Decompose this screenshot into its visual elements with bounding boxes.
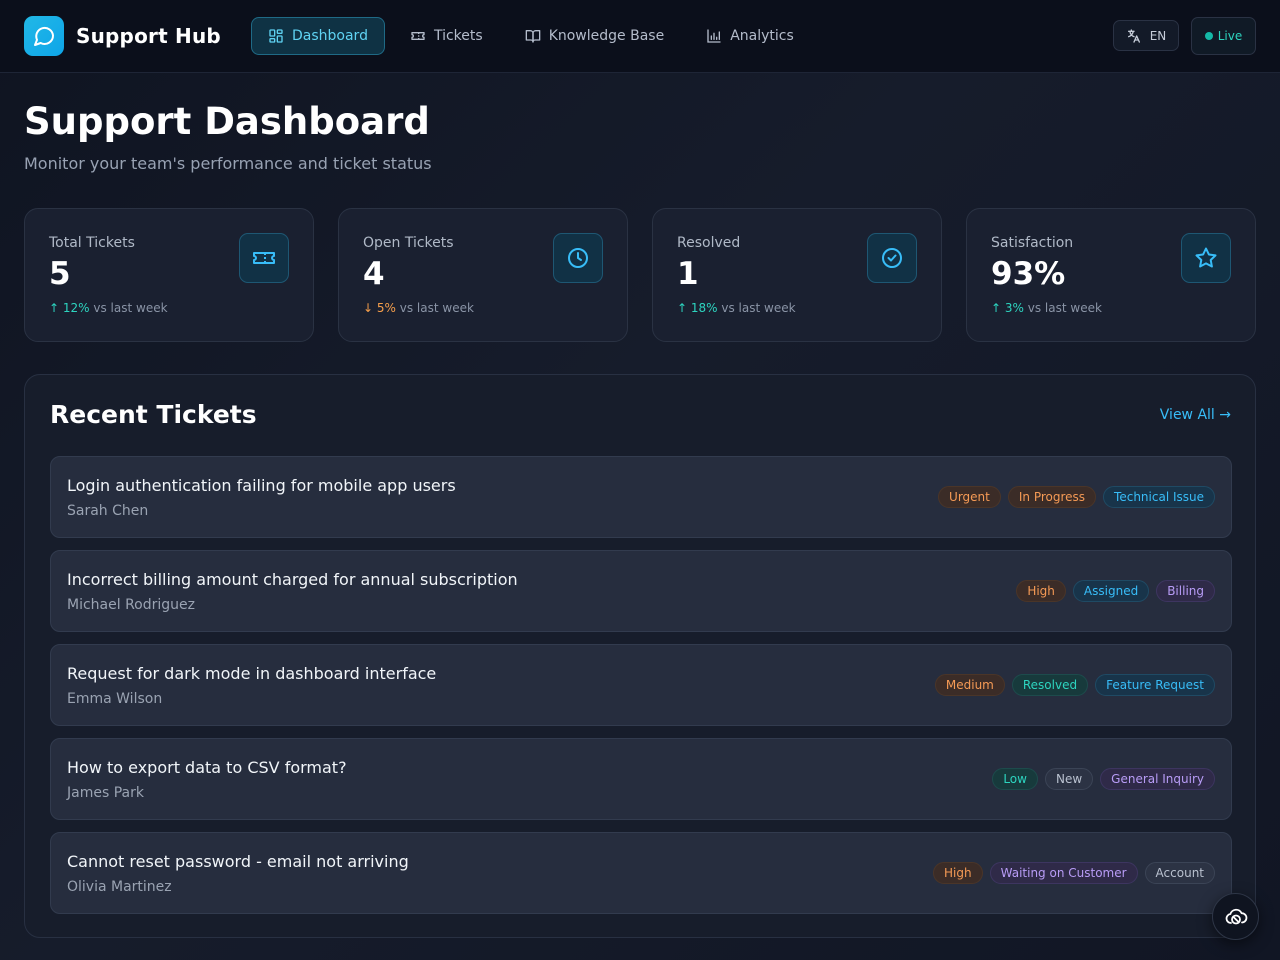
book-icon	[525, 30, 541, 43]
trend-arrow: ↑	[49, 301, 60, 315]
app-name: Support Hub	[76, 24, 221, 48]
nav-knowledge-base[interactable]: Knowledge Base	[508, 17, 682, 55]
ticket-row[interactable]: Request for dark mode in dashboard inter…	[50, 644, 1232, 726]
ticket-author: Emma Wilson	[67, 691, 163, 707]
language-label: EN	[1149, 28, 1167, 43]
top-navigation-bar: Support Hub Dashboard Tickets Knowledge …	[0, 0, 1280, 73]
ticket-row[interactable]: Login authentication failing for mobile …	[50, 456, 1232, 538]
ticket-author: Sarah Chen	[67, 503, 149, 519]
stat-change: ↓ 5% vs last week	[363, 301, 474, 315]
stat-value: 93%	[991, 256, 1066, 292]
page-subtitle: Monitor your team's performance and tick…	[24, 154, 432, 173]
status-badge: New	[1044, 768, 1094, 790]
ticket-tags: High Assigned Billing	[1016, 580, 1215, 602]
star-icon	[1181, 233, 1231, 283]
bar-chart-icon	[707, 29, 721, 43]
ticket-icon	[411, 31, 425, 40]
ticket-row[interactable]: How to export data to CSV format? James …	[50, 738, 1232, 820]
page-title: Support Dashboard	[24, 100, 430, 143]
stat-value: 1	[677, 256, 699, 292]
live-status-badge: Live	[1191, 17, 1256, 55]
language-selector[interactable]: EN	[1113, 20, 1179, 51]
priority-badge: Low	[992, 768, 1038, 790]
nav-dashboard-label: Dashboard	[292, 28, 368, 44]
stat-change: ↑ 3% vs last week	[991, 301, 1102, 315]
trend-percent: 3%	[1004, 301, 1024, 315]
nav-analytics-label: Analytics	[730, 28, 794, 44]
priority-badge: High	[933, 862, 983, 884]
stat-label: Open Tickets	[363, 235, 454, 251]
stat-label: Total Tickets	[49, 235, 135, 251]
main-nav: Dashboard Tickets Knowledge Base Analyti…	[251, 17, 819, 55]
ticket-tags: Urgent In Progress Technical Issue	[938, 486, 1215, 508]
live-dot-icon	[1204, 32, 1213, 40]
trend-arrow: ↓	[363, 301, 374, 315]
ticket-row[interactable]: Cannot reset password - email not arrivi…	[50, 832, 1232, 914]
trend-suffix: vs last week	[1027, 301, 1102, 315]
floating-action-button[interactable]	[1212, 893, 1259, 940]
ticket-tags: High Waiting on Customer Account	[933, 862, 1215, 884]
ticket-title: How to export data to CSV format?	[67, 758, 347, 777]
trend-arrow: ↑	[991, 301, 1002, 315]
status-badge: In Progress	[1007, 486, 1097, 508]
trend-percent: 5%	[376, 301, 396, 315]
ticket-icon	[239, 233, 289, 283]
grid-icon	[269, 29, 283, 43]
stat-card-resolved: Resolved 1 ↑ 18% vs last week	[652, 208, 942, 342]
status-badge: Waiting on Customer	[989, 862, 1138, 884]
nav-knowledge-base-label: Knowledge Base	[548, 28, 665, 44]
recent-tickets-panel: Recent Tickets View All → Login authenti…	[24, 374, 1256, 938]
stat-card-open-tickets: Open Tickets 4 ↓ 5% vs last week	[338, 208, 628, 342]
ticket-tags: Medium Resolved Feature Request	[934, 674, 1215, 696]
priority-badge: Medium	[934, 674, 1005, 696]
category-badge: Technical Issue	[1103, 486, 1215, 508]
status-badge: Resolved	[1011, 674, 1089, 696]
ticket-title: Cannot reset password - email not arrivi…	[67, 852, 409, 871]
ticket-row[interactable]: Incorrect billing amount charged for ann…	[50, 550, 1232, 632]
live-status-label: Live	[1217, 29, 1243, 43]
category-badge: Billing	[1156, 580, 1215, 602]
nav-analytics[interactable]: Analytics	[689, 17, 811, 55]
clock-icon	[553, 233, 603, 283]
priority-badge: High	[1016, 580, 1066, 602]
nav-dashboard[interactable]: Dashboard	[251, 17, 385, 55]
stat-value: 4	[363, 256, 385, 292]
nav-tickets-label: Tickets	[433, 28, 483, 44]
stat-card-satisfaction: Satisfaction 93% ↑ 3% vs last week	[966, 208, 1256, 342]
ticket-title: Login authentication failing for mobile …	[67, 476, 456, 495]
priority-badge: Urgent	[938, 486, 1001, 508]
trend-suffix: vs last week	[721, 301, 796, 315]
cloud-off-icon	[1225, 908, 1247, 924]
ticket-author: Olivia Martinez	[67, 879, 172, 895]
ticket-author: James Park	[67, 785, 144, 801]
trend-suffix: vs last week	[399, 301, 474, 315]
trend-percent: 12%	[62, 301, 90, 315]
trend-percent: 18%	[690, 301, 718, 315]
stat-change: ↑ 18% vs last week	[677, 301, 796, 315]
chat-bubble-icon	[24, 16, 64, 56]
category-badge: Account	[1144, 862, 1215, 884]
stat-label: Resolved	[677, 235, 741, 251]
stat-value: 5	[49, 256, 71, 292]
trend-arrow: ↑	[677, 301, 688, 315]
stat-label: Satisfaction	[991, 235, 1074, 251]
stat-card-total-tickets: Total Tickets 5 ↑ 12% vs last week	[24, 208, 314, 342]
ticket-author: Michael Rodriguez	[67, 597, 195, 613]
view-all-link[interactable]: View All →	[1160, 407, 1231, 423]
status-badge: Assigned	[1072, 580, 1150, 602]
category-badge: Feature Request	[1095, 674, 1215, 696]
ticket-title: Request for dark mode in dashboard inter…	[67, 664, 437, 683]
nav-tickets[interactable]: Tickets	[393, 17, 500, 55]
stat-change: ↑ 12% vs last week	[49, 301, 168, 315]
category-badge: General Inquiry	[1100, 768, 1215, 790]
translate-icon	[1127, 28, 1140, 43]
trend-suffix: vs last week	[93, 301, 168, 315]
ticket-title: Incorrect billing amount charged for ann…	[67, 570, 518, 589]
ticket-tags: Low New General Inquiry	[992, 768, 1215, 790]
brand[interactable]: Support Hub	[24, 16, 221, 56]
check-circle-icon	[867, 233, 917, 283]
recent-tickets-title: Recent Tickets	[50, 400, 257, 429]
